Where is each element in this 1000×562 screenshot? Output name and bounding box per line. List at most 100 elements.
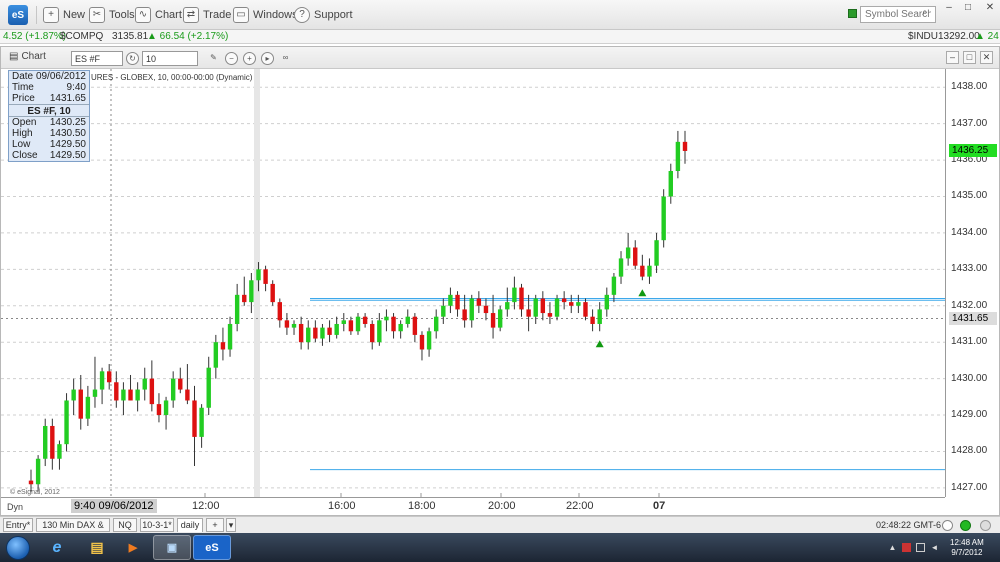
data-row: Date 09/06/2012 <box>9 71 89 82</box>
page-tab[interactable]: NQ <box>113 518 137 532</box>
search-icon[interactable]: ⌕ <box>922 7 928 18</box>
candle-body <box>270 283 275 303</box>
page-menu-button[interactable]: ▾ <box>226 518 236 532</box>
zoom-out-icon[interactable]: − <box>225 52 238 65</box>
candle-body <box>455 294 460 310</box>
chart-tab[interactable]: ▤ Chart <box>9 51 46 62</box>
candle-body <box>490 313 496 328</box>
data-row: Time 9:40 <box>9 82 89 93</box>
minimize-button[interactable]: – <box>942 2 956 14</box>
close-button[interactable]: ✕ <box>983 2 997 14</box>
time-tick-label: 20:00 <box>488 500 516 512</box>
status-clock: 02:48:22 GMT-6 <box>876 520 942 530</box>
candle-body <box>334 323 339 335</box>
play-icon[interactable]: ▸ <box>261 52 274 65</box>
time-axis[interactable]: 12:00 16:00 18:00 20:00 22:00 07 9:40 09/06/20… <box>1 497 945 515</box>
explorer-icon[interactable]: ▤ <box>78 535 116 560</box>
candle-body <box>92 389 98 397</box>
link-icon[interactable]: ∞ <box>279 52 292 65</box>
candle-body <box>441 305 446 317</box>
data-label: Date <box>12 71 34 82</box>
data-row: Open 1430.25 <box>9 117 89 128</box>
candle-body <box>391 316 396 332</box>
resize-grip-icon[interactable] <box>980 520 991 531</box>
new-button[interactable]: + New <box>43 6 85 24</box>
chart-maximize-button[interactable]: □ <box>963 51 976 64</box>
computer-icon[interactable]: ▣ <box>153 535 191 560</box>
ie-icon[interactable]: e <box>38 535 76 560</box>
candle-body <box>149 378 155 405</box>
app-logo[interactable]: eS <box>8 5 28 25</box>
chart-window: ▤ Chart ↻ ✎ − + ▸ ∞ – □ ✕ 1427.00 1428.00… <box>0 46 1000 516</box>
chart-close-button[interactable]: ✕ <box>980 51 993 64</box>
data-value: 1430.50 <box>49 128 86 139</box>
candle-body <box>234 294 240 324</box>
candle-body <box>355 316 361 332</box>
candle-body <box>114 382 119 401</box>
time-tick-label: 18:00 <box>408 500 436 512</box>
ticker-symbol[interactable]: $INDU <box>908 31 938 42</box>
price-chart-plot[interactable] <box>1 69 945 497</box>
ticker-price: 13292.00 <box>938 31 980 42</box>
price-tick-label: 1429.00 <box>951 409 988 421</box>
copyright-text: © eSignal, 2012 <box>10 489 60 496</box>
candle-body <box>526 309 531 317</box>
candle-body <box>476 298 482 306</box>
windows-button[interactable]: ▭ Windows <box>233 6 298 24</box>
price-tick-label: 1438.00 <box>951 81 988 93</box>
candle-body <box>618 258 624 277</box>
toolbar-separator <box>36 6 37 24</box>
interval-input[interactable] <box>142 51 198 66</box>
start-button[interactable] <box>6 536 30 560</box>
tray-volume-icon[interactable]: ◄ <box>930 543 939 552</box>
price-tick-label: 1427.00 <box>951 481 988 493</box>
trade-icon: ⇄ <box>183 7 199 23</box>
page-tab[interactable]: 130 Min DAX & ES* <box>36 518 110 542</box>
time-tick-label: 16:00 <box>328 500 356 512</box>
page-tab-active[interactable]: daily <box>177 518 203 532</box>
dynamic-mode-label[interactable]: Dyn <box>7 502 23 512</box>
ticker-bar: 4.52 (+1.87%) $COMPQ 3135.81 ▲ 66.54 (+2… <box>0 30 1000 44</box>
trade-button[interactable]: ⇄ Trade <box>183 6 231 24</box>
link-status-icon[interactable] <box>848 9 857 18</box>
system-clock[interactable]: 12:48 AM 9/7/2012 <box>950 538 984 558</box>
symbol-input[interactable] <box>71 51 123 66</box>
tray-network-icon[interactable] <box>916 543 925 552</box>
tray-flag-icon[interactable] <box>902 543 911 552</box>
pencil-icon[interactable]: ✎ <box>207 52 220 65</box>
data-value: 1431.65 <box>49 93 86 104</box>
candle-body <box>121 389 126 401</box>
price-axis[interactable]: 1427.00 1428.00 1429.00 1430.00 1431.00 1432.… <box>945 69 999 497</box>
connection-status-icon[interactable] <box>960 520 971 531</box>
tools-button[interactable]: ✂ Tools <box>89 6 135 24</box>
candle-body <box>199 407 204 437</box>
candle-body <box>57 444 62 459</box>
candle-body <box>611 276 617 295</box>
system-date: 9/7/2012 <box>951 548 983 557</box>
current-price-tag: 1436.25 <box>949 143 997 157</box>
data-window[interactable]: Date 09/06/2012 Time 9:40 Price 1431.65 ES … <box>8 70 90 162</box>
candle-body <box>497 309 503 328</box>
chart-button[interactable]: ∿ Chart <box>135 6 182 24</box>
candle-body <box>433 316 439 332</box>
time-tick-label: 07 <box>653 500 666 512</box>
add-page-button[interactable]: + <box>206 518 224 532</box>
candle-body <box>398 323 403 332</box>
media-player-icon[interactable]: ▶ <box>114 535 152 560</box>
candle-body <box>348 320 354 332</box>
refresh-icon[interactable]: ↻ <box>126 52 139 65</box>
chart-minimize-button[interactable]: – <box>946 51 959 64</box>
ticker-symbol[interactable]: $COMPQ <box>60 31 103 42</box>
page-tab[interactable]: Entry* <box>3 518 33 532</box>
candle-body <box>135 389 140 401</box>
support-button[interactable]: ? Support <box>294 6 353 24</box>
esignal-icon[interactable]: eS <box>193 535 231 560</box>
candle-body <box>675 141 681 171</box>
chart-icon: ∿ <box>135 7 151 23</box>
candle-body <box>640 265 645 277</box>
candle-body <box>313 327 318 339</box>
zoom-in-icon[interactable]: + <box>243 52 256 65</box>
tray-arrow-icon[interactable]: ▲ <box>888 543 897 552</box>
maximize-button[interactable]: □ <box>961 2 975 14</box>
page-tab[interactable]: 10-3-1* <box>140 518 174 532</box>
